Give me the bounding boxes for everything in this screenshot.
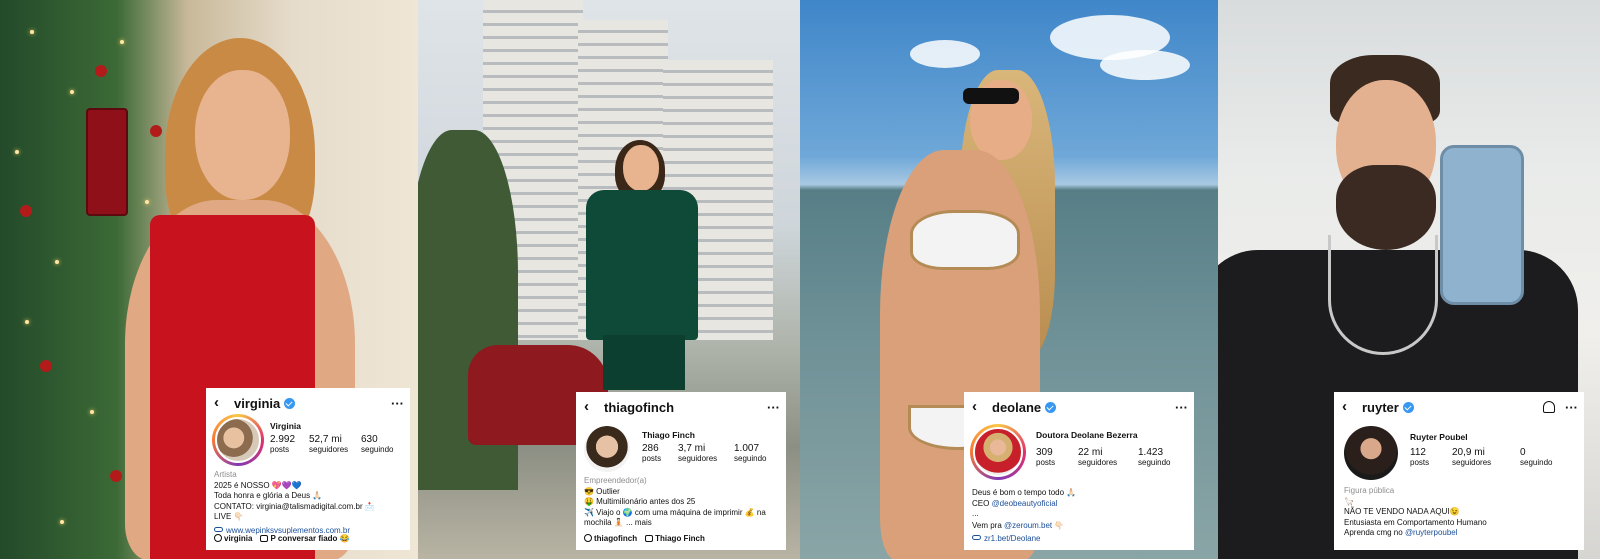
threads-icon bbox=[214, 534, 222, 542]
display-name: Doutora Deolane Bezerra bbox=[1036, 430, 1138, 440]
followers-count[interactable]: 3,7 mi seguidores bbox=[678, 444, 717, 464]
category-label: Figura pública bbox=[1344, 486, 1395, 495]
channel-link[interactable]: P conversar fiado 😂 bbox=[260, 534, 350, 543]
more-options-icon[interactable]: ··· bbox=[1175, 400, 1188, 415]
bio-link[interactable]: zr1.bet/Deolane bbox=[972, 534, 1190, 545]
back-icon[interactable]: ‹ bbox=[214, 395, 230, 410]
profile-card: ‹ virginia ··· Virginia 2.992 posts 52,7 … bbox=[206, 388, 410, 550]
category-label: Empreendedor(a) bbox=[584, 476, 647, 485]
profile-card: ‹ ruyter ··· Ruyter Poubel 112 posts 20,9… bbox=[1334, 392, 1584, 550]
post-panel-virginia: ‹ virginia ··· Virginia 2.992 posts 52,7 … bbox=[0, 0, 418, 559]
more-options-icon[interactable]: ··· bbox=[767, 400, 780, 415]
posts-count[interactable]: 309 posts bbox=[1036, 448, 1055, 468]
verified-badge-icon bbox=[1045, 401, 1057, 413]
verified-badge-icon bbox=[284, 397, 296, 409]
bio-line: 🦙 bbox=[1344, 496, 1354, 506]
profile-card: ‹ thiagofinch ··· Thiago Finch 286 posts … bbox=[576, 392, 786, 550]
following-count[interactable]: 0 seguindo bbox=[1520, 448, 1552, 468]
threads-link[interactable]: thiagofinch bbox=[584, 534, 637, 543]
bio-line: NÃO TE VENDO NADA AQUI😉 bbox=[1344, 507, 1460, 516]
threads-icon bbox=[584, 534, 592, 542]
username: deolane bbox=[992, 399, 1042, 415]
followers-count[interactable]: 52,7 mi seguidores bbox=[309, 435, 348, 455]
display-name: Thiago Finch bbox=[642, 430, 695, 440]
bio: Artista 2025 é NOSSO 💖💜💙 Toda honra e gl… bbox=[214, 470, 406, 536]
bio: Empreendedor(a) 😎 Outlier 🤑 Multimilioná… bbox=[584, 476, 782, 529]
profile-card: ‹ deolane ··· Doutora Deolane Bezerra 30… bbox=[964, 392, 1194, 550]
link-icon bbox=[214, 526, 223, 532]
bio-line: Vem pra @zeroum.bet 👇🏻 bbox=[972, 520, 1065, 530]
display-name: Virginia bbox=[270, 421, 302, 431]
following-count[interactable]: 630 seguindo bbox=[361, 435, 393, 455]
bio-line: Toda honra e glória a Deus 🙏🏻 bbox=[214, 491, 323, 500]
bio: Figura pública 🦙 NÃO TE VENDO NADA AQUI😉… bbox=[1344, 486, 1580, 539]
username: thiagofinch bbox=[604, 399, 675, 415]
bio-line: mochila 🧘🏻 ... mais bbox=[584, 518, 652, 527]
followers-count[interactable]: 20,9 mi seguidores bbox=[1452, 448, 1491, 468]
notification-bell-icon[interactable] bbox=[1543, 401, 1555, 413]
back-icon[interactable]: ‹ bbox=[972, 399, 988, 414]
category-label: Artista bbox=[214, 470, 237, 479]
following-count[interactable]: 1.007 seguindo bbox=[734, 444, 766, 464]
bio-line: ✈️ Viajo o 🌍 com uma máquina de imprimir… bbox=[584, 507, 766, 517]
bio-line: Entusiasta em Comportamento Humano bbox=[1344, 517, 1487, 527]
verified-badge-icon bbox=[1402, 401, 1414, 413]
mention-link[interactable]: @deobeautyoficial bbox=[992, 499, 1058, 508]
bio-line: 2025 é NOSSO 💖💜💙 bbox=[214, 480, 302, 490]
post-panel-thiagofinch: ‹ thiagofinch ··· Thiago Finch 286 posts … bbox=[418, 0, 800, 559]
post-panel-deolane: ‹ deolane ··· Doutora Deolane Bezerra 30… bbox=[800, 0, 1218, 559]
following-count[interactable]: 1.423 seguindo bbox=[1138, 448, 1170, 468]
avatar[interactable] bbox=[1344, 426, 1398, 480]
more-options-icon[interactable]: ··· bbox=[391, 396, 404, 411]
followers-count[interactable]: 22 mi seguidores bbox=[1078, 448, 1117, 468]
display-name: Ruyter Poubel bbox=[1410, 432, 1468, 442]
threads-link[interactable]: virginia bbox=[214, 534, 252, 543]
chat-icon bbox=[645, 535, 654, 542]
bio-line: CEO @deobeautyoficial bbox=[972, 498, 1058, 508]
bio: Deus é bom o tempo todo 🙏🏻 CEO @deobeaut… bbox=[972, 488, 1190, 545]
avatar[interactable] bbox=[212, 414, 264, 466]
post-panel-ruyter: ‹ ruyter ··· Ruyter Poubel 112 posts 20,9… bbox=[1218, 0, 1600, 559]
link-icon bbox=[972, 535, 981, 540]
mention-link[interactable]: @zeroum.bet bbox=[1004, 521, 1052, 530]
avatar[interactable] bbox=[970, 424, 1026, 480]
posts-count[interactable]: 112 posts bbox=[1410, 448, 1429, 468]
posts-count[interactable]: 2.992 posts bbox=[270, 435, 295, 455]
chat-icon bbox=[260, 535, 269, 542]
username: ruyter bbox=[1362, 399, 1399, 415]
bio-line: Deus é bom o tempo todo 🙏🏻 bbox=[972, 488, 1077, 497]
more-options-icon[interactable]: ··· bbox=[1565, 400, 1578, 415]
back-icon[interactable]: ‹ bbox=[1342, 399, 1358, 414]
bio-line: LIVE 👇🏻 bbox=[214, 512, 244, 521]
bio-line: CONTATO: virginia@talismadigital.com.br … bbox=[214, 501, 375, 511]
username: virginia bbox=[234, 395, 281, 411]
bio-line: 😎 Outlier bbox=[584, 486, 620, 496]
bio-line: 🤑 Multimilionário antes dos 25 bbox=[584, 497, 696, 506]
bio-line: Aprenda cmg no @ruyterpoubel bbox=[1344, 528, 1458, 537]
channel-link[interactable]: Thiago Finch bbox=[645, 534, 705, 543]
back-icon[interactable]: ‹ bbox=[584, 399, 600, 414]
posts-count[interactable]: 286 posts bbox=[642, 444, 661, 464]
mention-link[interactable]: @ruyterpoubel bbox=[1405, 528, 1458, 537]
bio-line: ... bbox=[972, 509, 979, 518]
avatar[interactable] bbox=[584, 426, 630, 472]
